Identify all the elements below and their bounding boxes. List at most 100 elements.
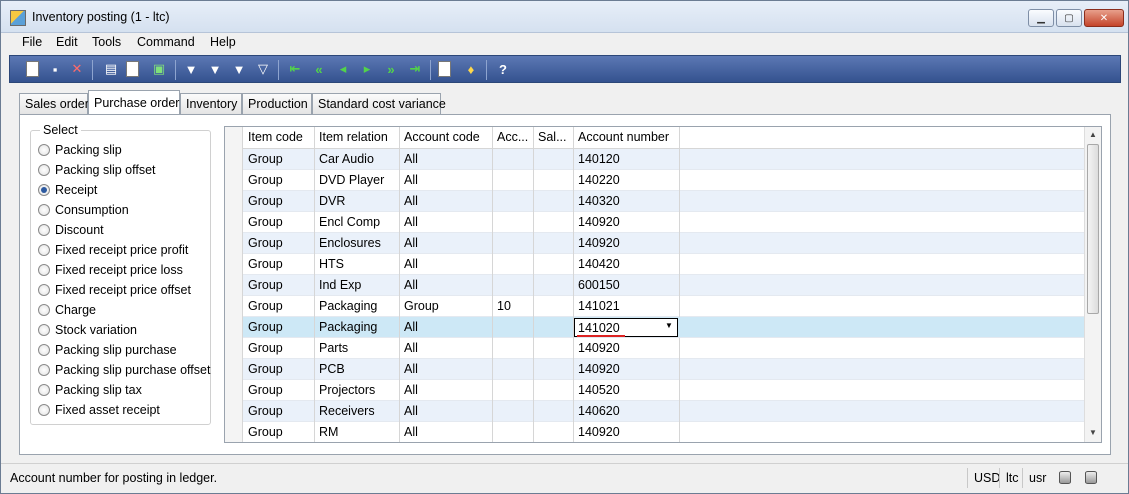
grid-cell[interactable]	[534, 191, 574, 212]
radio-option[interactable]: Fixed receipt price profit	[38, 241, 188, 259]
grid-cell[interactable]	[534, 275, 574, 296]
advanced-filter-icon[interactable]: ▼	[230, 60, 248, 78]
grid-cell[interactable]: 140920	[574, 233, 680, 254]
export-excel-icon[interactable]: ▣	[150, 60, 168, 78]
row-selector[interactable]	[225, 149, 243, 170]
grid-cell[interactable]	[534, 401, 574, 422]
radio-option[interactable]: Fixed receipt price loss	[38, 261, 183, 279]
grid-cell[interactable]: Receivers	[315, 401, 400, 422]
alert-icon[interactable]: ♦	[462, 60, 480, 78]
radio-button-icon[interactable]	[38, 384, 50, 396]
table-row[interactable]: Group Car Audio All 140120	[225, 149, 1085, 170]
radio-option[interactable]: Packing slip purchase	[38, 341, 177, 359]
column-account-code[interactable]: Account code	[400, 127, 493, 149]
grid-cell[interactable]	[493, 359, 534, 380]
table-row[interactable]: Group DVD Player All 140220	[225, 170, 1085, 191]
radio-option[interactable]: Fixed asset receipt	[38, 401, 160, 419]
grid-cell[interactable]	[534, 254, 574, 275]
grid-cell[interactable]	[534, 149, 574, 170]
grid-cell[interactable]: Group	[244, 191, 315, 212]
grid-cell[interactable]: Projectors	[315, 380, 400, 401]
grid-cell[interactable]: PCB	[315, 359, 400, 380]
grid-cell[interactable]: 140620	[574, 401, 680, 422]
grid-cell[interactable]: 140420	[574, 254, 680, 275]
tab-inventory[interactable]: Inventory	[180, 93, 242, 114]
grid-cell[interactable]	[534, 380, 574, 401]
radio-option[interactable]: Packing slip tax	[38, 381, 142, 399]
grid-cell[interactable]	[493, 233, 534, 254]
new-icon[interactable]	[26, 61, 39, 77]
radio-button-icon[interactable]	[38, 304, 50, 316]
tab-sales-order[interactable]: Sales order	[19, 93, 89, 114]
scroll-down-icon[interactable]: ▼	[1085, 425, 1101, 441]
dropdown-arrow-icon[interactable]: ▼	[663, 321, 675, 334]
grid-cell[interactable]: All	[400, 170, 493, 191]
row-selector[interactable]	[225, 212, 243, 233]
grid-cell[interactable]	[493, 317, 534, 338]
radio-button-icon[interactable]	[38, 224, 50, 236]
row-selector[interactable]	[225, 275, 243, 296]
grid-cell[interactable]: Group	[244, 296, 315, 317]
radio-button-icon[interactable]	[38, 184, 50, 196]
grid-cell[interactable]	[534, 359, 574, 380]
next-record-icon[interactable]: ▸	[358, 60, 376, 78]
column-item-relation[interactable]: Item relation	[315, 127, 400, 149]
grid-cell[interactable]: All	[400, 275, 493, 296]
grid-cell[interactable]: Group	[244, 338, 315, 359]
print-preview-icon[interactable]	[126, 61, 139, 77]
row-selector[interactable]	[225, 380, 243, 401]
radio-button-icon[interactable]	[38, 364, 50, 376]
grid-cell[interactable]: Packaging	[315, 296, 400, 317]
grid-header-selector[interactable]	[225, 127, 243, 149]
grid-cell[interactable]: HTS	[315, 254, 400, 275]
grid-cell[interactable]: Group	[244, 170, 315, 191]
previous-page-icon[interactable]: «	[310, 60, 328, 78]
grid-cell[interactable]	[534, 170, 574, 191]
radio-button-icon[interactable]	[38, 344, 50, 356]
grid-cell[interactable]: 140520	[574, 380, 680, 401]
filter-by-selection-icon[interactable]: ▼	[182, 60, 200, 78]
radio-option[interactable]: Consumption	[38, 201, 129, 219]
grid-cell[interactable]: Group	[244, 401, 315, 422]
table-row[interactable]: Group Projectors All 140520	[225, 380, 1085, 401]
row-selector[interactable]	[225, 422, 243, 442]
table-row[interactable]: Group PCB All 140920	[225, 359, 1085, 380]
grid-cell[interactable]	[493, 254, 534, 275]
grid-cell[interactable]: 140220	[574, 170, 680, 191]
radio-option[interactable]: Discount	[38, 221, 104, 239]
table-row[interactable]: Group Encl Comp All 140920	[225, 212, 1085, 233]
grid-cell[interactable]: Encl Comp	[315, 212, 400, 233]
radio-option[interactable]: Fixed receipt price offset	[38, 281, 191, 299]
column-sal[interactable]: Sal...	[534, 127, 574, 149]
print-icon[interactable]: ▤	[102, 60, 120, 78]
grid-cell[interactable]: 10	[493, 296, 534, 317]
radio-button-icon[interactable]	[38, 204, 50, 216]
grid-cell[interactable]: All	[400, 233, 493, 254]
grid-cell[interactable]: All	[400, 212, 493, 233]
previous-record-icon[interactable]: ◂	[334, 60, 352, 78]
row-selector[interactable]	[225, 401, 243, 422]
row-selector[interactable]	[225, 296, 243, 317]
grid-cell[interactable]: Group	[244, 149, 315, 170]
grid-cell[interactable]	[493, 191, 534, 212]
column-acc[interactable]: Acc...	[493, 127, 534, 149]
grid-cell[interactable]	[493, 380, 534, 401]
grid-cell[interactable]: Group	[244, 233, 315, 254]
grid-cell[interactable]: 140120	[574, 149, 680, 170]
grid-cell[interactable]: Enclosures	[315, 233, 400, 254]
radio-option[interactable]: Stock variation	[38, 321, 137, 339]
tab-purchase-order[interactable]: Purchase order	[88, 90, 180, 115]
column-account-number[interactable]: Account number	[574, 127, 680, 149]
grid-cell[interactable]	[534, 317, 574, 338]
help-icon[interactable]: ?	[494, 60, 512, 78]
grid-cell[interactable]: Packaging	[315, 317, 400, 338]
grid-cell[interactable]: Ind Exp	[315, 275, 400, 296]
grid-cell[interactable]: 140320	[574, 191, 680, 212]
radio-button-icon[interactable]	[38, 144, 50, 156]
grid-cell[interactable]: 140920	[574, 422, 680, 442]
table-row[interactable]: Group DVR All 140320	[225, 191, 1085, 212]
grid-cell[interactable]	[493, 338, 534, 359]
last-record-icon[interactable]: ⇥	[406, 60, 424, 78]
row-selector[interactable]	[225, 338, 243, 359]
grid-cell[interactable]: All	[400, 191, 493, 212]
